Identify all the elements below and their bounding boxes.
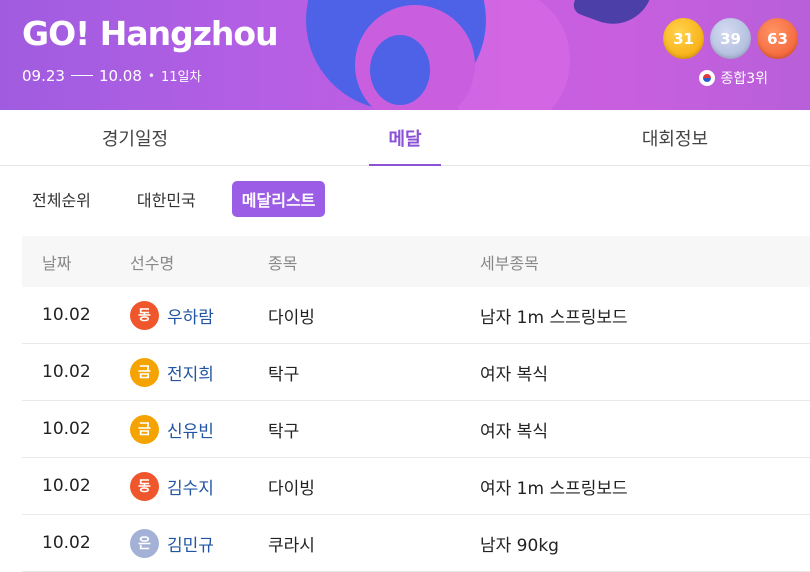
bronze-medal-count: 63 bbox=[757, 18, 798, 59]
day-count: 11일차 bbox=[160, 70, 202, 85]
header-banner: GO! Hangzhou 09.23 10.08 • 11일차 31 39 63… bbox=[0, 0, 810, 110]
banner-decoration bbox=[570, 0, 660, 36]
row-athlete: 동 우하람 bbox=[130, 300, 268, 330]
main-tabs: 경기일정 메달 대회정보 bbox=[0, 110, 810, 166]
korea-flag-icon bbox=[699, 70, 716, 86]
row-sport: 탁구 bbox=[268, 364, 300, 385]
row-date: 10.02 bbox=[42, 419, 91, 439]
medal-tally[interactable]: 31 39 63 bbox=[663, 18, 798, 59]
header-event: 세부종목 bbox=[480, 253, 539, 273]
table-row: 10.02 동 김수지 다이빙 여자 1m 스프링보드 bbox=[22, 458, 810, 515]
subtab-medalists[interactable]: 메달리스트 bbox=[231, 181, 326, 217]
row-event: 남자 90kg bbox=[480, 535, 559, 556]
table-row: 10.02 동 우하람 다이빙 남자 1m 스프링보드 bbox=[22, 287, 810, 344]
table-header: 날짜 선수명 종목 세부종목 bbox=[22, 236, 810, 287]
athlete-link[interactable]: 신유빈 bbox=[167, 417, 214, 442]
logo-city: Hangzhou bbox=[99, 14, 279, 53]
header-sport: 종목 bbox=[268, 253, 298, 273]
table-row: 10.02 은 김민규 쿠라시 남자 90kg bbox=[22, 515, 810, 572]
logo-prefix: GO! bbox=[22, 14, 90, 53]
row-sport: 탁구 bbox=[268, 421, 300, 442]
row-event: 남자 1m 스프링보드 bbox=[480, 307, 628, 328]
date-end: 10.08 bbox=[98, 66, 142, 85]
athlete-link[interactable]: 김수지 bbox=[167, 474, 214, 499]
row-athlete: 금 신유빈 bbox=[130, 414, 268, 444]
bronze-medal-icon: 동 bbox=[130, 471, 159, 501]
row-date: 10.02 bbox=[42, 362, 91, 382]
row-athlete: 은 김민규 bbox=[130, 528, 268, 558]
header-athlete: 선수명 bbox=[130, 253, 175, 273]
row-event: 여자 복식 bbox=[480, 364, 548, 385]
row-sport: 다이빙 bbox=[268, 307, 315, 328]
banner-decoration bbox=[370, 35, 430, 105]
overall-rank: 종합3위 bbox=[699, 68, 768, 88]
tab-schedule[interactable]: 경기일정 bbox=[0, 110, 270, 165]
bronze-medal-icon: 동 bbox=[130, 300, 159, 330]
athlete-link[interactable]: 전지희 bbox=[167, 360, 214, 385]
athlete-link[interactable]: 김민규 bbox=[167, 531, 214, 556]
medal-subtabs: 전체순위 대한민국 메달리스트 bbox=[22, 181, 326, 217]
row-date: 10.02 bbox=[42, 533, 91, 553]
row-sport: 쿠라시 bbox=[268, 535, 315, 556]
medalist-table: 날짜 선수명 종목 세부종목 10.02 동 우하람 다이빙 남자 1m 스프링… bbox=[22, 236, 810, 572]
subtab-overall-ranking[interactable]: 전체순위 bbox=[22, 181, 101, 217]
rank-label: 종합3위 bbox=[720, 71, 768, 87]
gold-medal-icon: 금 bbox=[130, 414, 159, 444]
table-row: 10.02 금 전지희 탁구 여자 복식 bbox=[22, 344, 810, 401]
row-date: 10.02 bbox=[42, 476, 91, 496]
row-date: 10.02 bbox=[42, 305, 91, 325]
silver-medal-count: 39 bbox=[710, 18, 751, 59]
silver-medal-icon: 은 bbox=[130, 528, 159, 558]
row-event: 여자 복식 bbox=[480, 421, 548, 442]
table-row: 10.02 금 신유빈 탁구 여자 복식 bbox=[22, 401, 810, 458]
gold-medal-count: 31 bbox=[663, 18, 704, 59]
header-date: 날짜 bbox=[42, 253, 72, 273]
row-athlete: 금 전지희 bbox=[130, 357, 268, 387]
tab-medals[interactable]: 메달 bbox=[270, 110, 540, 165]
row-athlete: 동 김수지 bbox=[130, 471, 268, 501]
games-dates: 09.23 10.08 • 11일차 bbox=[22, 66, 202, 86]
date-start: 09.23 bbox=[22, 66, 65, 85]
gold-medal-icon: 금 bbox=[130, 357, 159, 387]
dot-separator: • bbox=[147, 68, 155, 83]
tab-games-info[interactable]: 대회정보 bbox=[540, 110, 810, 165]
row-event: 여자 1m 스프링보드 bbox=[480, 478, 628, 499]
games-logo[interactable]: GO! Hangzhou bbox=[22, 14, 279, 53]
athlete-link[interactable]: 우하람 bbox=[167, 303, 214, 328]
subtab-korea[interactable]: 대한민국 bbox=[127, 181, 206, 217]
date-separator bbox=[70, 75, 93, 76]
row-sport: 다이빙 bbox=[268, 478, 315, 499]
